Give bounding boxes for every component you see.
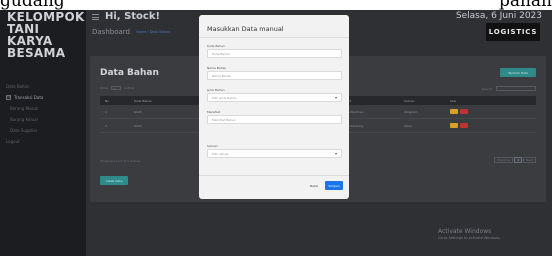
watermark-line: Go to Settings to activate Windows. bbox=[438, 236, 501, 240]
sidebar-item-barang-keluar[interactable]: Barang Keluar bbox=[0, 114, 86, 125]
select-placeholder: Pilih Jenis Bahan bbox=[212, 95, 237, 100]
delete-button[interactable] bbox=[460, 109, 468, 114]
brand-name: KELOMPOK TANI KARYA BESAMA bbox=[0, 10, 86, 59]
cell-kode: K124 bbox=[134, 123, 142, 128]
save-button[interactable]: Simpan bbox=[325, 181, 343, 190]
field-jenis-bahan: Jenis Bahan Pilih Jenis Bahan ▾ bbox=[207, 88, 342, 102]
prev-page-button[interactable]: Previous bbox=[494, 157, 514, 163]
input-placeholder: Kode Bahan bbox=[212, 51, 230, 56]
sidebar-item-label: Transaksi Data bbox=[14, 95, 44, 100]
cell-actions bbox=[450, 109, 536, 114]
cell-satuan: Kilogram bbox=[404, 109, 418, 114]
column-header[interactable]: Aksi bbox=[450, 99, 536, 103]
show-entries: Show 10 entries bbox=[100, 86, 135, 91]
kode-bahan-input[interactable]: Kode Bahan bbox=[207, 49, 342, 58]
jenis-bahan-select[interactable]: Pilih Jenis Bahan ▾ bbox=[207, 93, 342, 102]
column-header[interactable]: Satuan bbox=[404, 99, 450, 103]
column-header[interactable]: Kode Bahan bbox=[124, 99, 194, 103]
sidebar: KELOMPOK TANI KARYA BESAMA Data Bahan Tr… bbox=[0, 10, 86, 256]
sidebar-item-label: Logout bbox=[6, 139, 20, 144]
cell-no: 2 bbox=[105, 123, 107, 128]
entries-value: 10 bbox=[112, 87, 116, 91]
table-icon bbox=[6, 95, 11, 100]
merk-input[interactable]: Merk/Ket Bahan bbox=[207, 115, 342, 124]
field-merk: Merk/Ket Merk/Ket Bahan bbox=[207, 110, 342, 124]
field-nama-bahan: Nama Bahan Nama Bahan bbox=[207, 66, 342, 80]
greeting: Hi, Stock! bbox=[92, 11, 160, 22]
doc-text-left: gudang bbox=[0, 0, 65, 10]
modal-divider bbox=[199, 37, 349, 38]
add-data-button[interactable]: Tambah Data bbox=[500, 68, 536, 77]
cell-actions bbox=[450, 123, 536, 128]
sidebar-menu: Data Bahan Transaksi Data Barang Masuk B… bbox=[0, 81, 86, 147]
breadcrumb[interactable]: Home / Data Bahan bbox=[136, 30, 170, 34]
sidebar-item-label: Data Bahan bbox=[6, 84, 30, 89]
chevron-down-icon: ▾ bbox=[334, 95, 337, 100]
sidebar-item-logout[interactable]: Logout bbox=[0, 136, 86, 147]
hamburger-menu-icon[interactable] bbox=[92, 13, 99, 20]
modal-title: Masukkan Data manual bbox=[207, 25, 284, 33]
nama-bahan-input[interactable]: Nama Bahan bbox=[207, 71, 342, 80]
sidebar-item-transaksi[interactable]: Transaksi Data bbox=[0, 92, 86, 103]
cell-satuan: Tabel bbox=[404, 123, 412, 128]
input-placeholder: Merk/Ket Bahan bbox=[212, 117, 236, 122]
doc-text-right: panah bbox=[498, 0, 552, 10]
greeting-text: Hi, Stock! bbox=[105, 11, 161, 22]
table-search: Search: bbox=[482, 86, 536, 91]
input-data-modal: Masukkan Data manual Kode Bahan Kode Bah… bbox=[199, 15, 349, 199]
sidebar-item-data-bahan[interactable]: Data Bahan bbox=[0, 81, 86, 92]
activate-windows-watermark: Activate Windows Go to Settings to activ… bbox=[438, 228, 501, 240]
edit-button[interactable] bbox=[450, 123, 458, 128]
app-screen: KELOMPOK TANI KARYA BESAMA Data Bahan Tr… bbox=[0, 10, 552, 256]
field-kode-bahan: Kode Bahan Kode Bahan bbox=[207, 44, 342, 58]
entries-select[interactable]: 10 bbox=[111, 86, 122, 91]
watermark-line: Activate Windows bbox=[438, 228, 492, 235]
search-input[interactable] bbox=[496, 86, 536, 91]
cancel-button[interactable]: Batal bbox=[307, 181, 321, 190]
pagination: Previous 1 Next bbox=[494, 157, 536, 163]
search-label: Search: bbox=[481, 86, 493, 91]
show-label: Show bbox=[100, 86, 109, 90]
sidebar-item-label: Data Supplier bbox=[10, 128, 38, 133]
field-satuan: Satuan Pilih satuan ▾ bbox=[207, 144, 342, 158]
current-date: Selasa, 6 Juni 2023 bbox=[455, 11, 542, 21]
delete-button[interactable] bbox=[460, 123, 468, 128]
satuan-select[interactable]: Pilih satuan ▾ bbox=[207, 149, 342, 158]
cell-merk: Alfa Harimau bbox=[344, 109, 364, 114]
modal-divider bbox=[199, 175, 349, 176]
breadcrumb-row: Dashboard Home / Data Bahan bbox=[92, 28, 170, 36]
logistics-logo: LOGISTICS bbox=[486, 23, 540, 41]
modal-footer: Batal Simpan bbox=[307, 181, 343, 190]
print-data-button[interactable]: Cetak Data bbox=[100, 176, 128, 185]
page-title: Dashboard bbox=[92, 28, 130, 36]
sidebar-item-supplier[interactable]: Data Supplier bbox=[0, 125, 86, 136]
brand-line: BESAMA bbox=[7, 46, 66, 60]
cell-merk: Alfa Kantong bbox=[344, 123, 364, 128]
sidebar-item-barang-masuk[interactable]: Barang Masuk bbox=[0, 103, 86, 114]
card-title: Data Bahan bbox=[100, 68, 159, 78]
chevron-down-icon: ▾ bbox=[334, 151, 337, 156]
select-placeholder: Pilih satuan bbox=[212, 151, 230, 156]
next-page-button[interactable]: Next bbox=[523, 157, 536, 163]
input-placeholder: Nama Bahan bbox=[212, 73, 232, 78]
cell-kode: K123 bbox=[134, 109, 142, 114]
column-header[interactable]: Merk bbox=[344, 99, 404, 103]
sidebar-item-label: Barang Masuk bbox=[10, 106, 39, 111]
column-header[interactable]: No bbox=[100, 99, 124, 103]
page-button[interactable]: 1 bbox=[514, 157, 522, 163]
document-text-strip: gudang panah bbox=[0, 0, 552, 10]
cell-no: 1 bbox=[105, 109, 107, 114]
edit-button[interactable] bbox=[450, 109, 458, 114]
entries-label: entries bbox=[124, 86, 135, 90]
showing-info: Showing 1 to 2 of 2 entries bbox=[100, 159, 141, 163]
sidebar-item-label: Barang Keluar bbox=[10, 117, 39, 122]
